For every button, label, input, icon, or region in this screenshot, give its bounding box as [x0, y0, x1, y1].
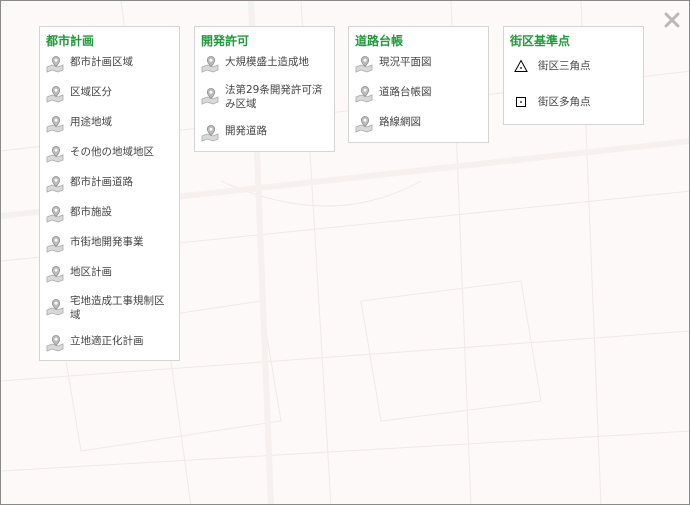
layer-item[interactable]: その他の地域地区 [46, 145, 154, 163]
map-layer-pin-icon [201, 125, 219, 142]
layer-item[interactable]: 道路台帳図 [355, 85, 432, 103]
layer-item-label: 宅地造成工事規制区域 [70, 295, 165, 321]
polygon-point-icon [516, 97, 526, 107]
panel-title: 街区基準点 [510, 34, 571, 48]
panel-toshi-keikaku: 都市計画 都市計画区域 区域区分 用途地域 その他の地域地区 都市計画道路 都市… [39, 26, 180, 361]
layer-item[interactable]: 地区計画 [46, 265, 112, 283]
map-layer-pin-icon [46, 335, 64, 352]
layer-item[interactable]: 市街地開発事業 [46, 235, 144, 253]
layer-item[interactable]: 都市計画区域 [46, 55, 133, 73]
triangle-point-icon [514, 59, 528, 72]
layer-item[interactable]: 開発道路 [201, 124, 267, 142]
map-layer-pin-icon [46, 176, 64, 193]
map-layer-pin-icon [201, 88, 219, 105]
layer-selection-dialog: 都市計画 都市計画区域 区域区分 用途地域 その他の地域地区 都市計画道路 都市… [0, 0, 690, 505]
map-layer-pin-icon [355, 56, 373, 73]
layer-item-label: 用途地域 [70, 116, 112, 128]
layer-item-label: 街区三角点 [538, 60, 591, 72]
layer-item-label: 地区計画 [70, 266, 112, 278]
layer-item-label: 大規模盛土造成地 [225, 56, 309, 68]
layer-item-label: 都市施設 [70, 206, 112, 218]
map-layer-pin-icon [355, 86, 373, 103]
layer-item-label: 道路台帳図 [379, 86, 432, 98]
map-layer-pin-icon [46, 266, 64, 283]
map-layer-pin-icon [46, 206, 64, 223]
layer-item[interactable]: 都市計画道路 [46, 175, 133, 193]
map-layer-pin-icon [355, 116, 373, 133]
layer-item-label: 法第29条開発許可済み区域 [225, 84, 323, 110]
panel-title: 都市計画 [46, 34, 95, 48]
panel-douro-daichou: 道路台帳 現況平面図 道路台帳図 路線網図 [348, 26, 489, 143]
panel-title: 開発許可 [201, 34, 250, 48]
layer-item-label: 区域区分 [70, 86, 112, 98]
layer-item-label: 開発道路 [225, 125, 267, 137]
map-layer-pin-icon [201, 56, 219, 73]
layer-item-label: 都市計画区域 [70, 56, 133, 68]
panel-title: 道路台帳 [355, 34, 404, 48]
map-layer-pin-icon [46, 299, 64, 316]
layer-item-label: 街区多角点 [538, 96, 591, 108]
map-layer-pin-icon [46, 146, 64, 163]
panel-gaiku-kijunten: 街区基準点 街区三角点 街区多角点 [503, 26, 644, 125]
layer-item[interactable]: 現況平面図 [355, 55, 432, 73]
map-layer-pin-icon [46, 116, 64, 133]
layer-item-label: 市街地開発事業 [70, 236, 144, 248]
map-layer-pin-icon [46, 236, 64, 253]
layer-item-label: 路線網図 [379, 116, 421, 128]
panel-kaihatsu-kyoka: 開発許可 大規模盛土造成地 法第29条開発許可済み区域 開発道路 [194, 26, 335, 152]
map-layer-pin-icon [46, 86, 64, 103]
layer-item-label: 都市計画道路 [70, 176, 133, 188]
layer-item[interactable]: 街区多角点 [510, 95, 591, 109]
close-icon[interactable] [662, 10, 682, 30]
layer-item[interactable]: 大規模盛土造成地 [201, 55, 309, 73]
layer-item[interactable]: 区域区分 [46, 85, 112, 103]
layer-item-label: 現況平面図 [379, 56, 432, 68]
layer-item[interactable]: 都市施設 [46, 205, 112, 223]
map-layer-pin-icon [46, 56, 64, 73]
layer-item-label: 立地適正化計画 [70, 335, 144, 347]
layer-item[interactable]: 路線網図 [355, 115, 421, 133]
layer-item[interactable]: 用途地域 [46, 115, 112, 133]
layer-item[interactable]: 法第29条開発許可済み区域 [201, 83, 329, 111]
layer-item[interactable]: 宅地造成工事規制区域 [46, 294, 174, 322]
layer-item[interactable]: 街区三角点 [510, 59, 591, 73]
layer-item[interactable]: 立地適正化計画 [46, 334, 144, 352]
layer-item-label: その他の地域地区 [70, 146, 154, 158]
